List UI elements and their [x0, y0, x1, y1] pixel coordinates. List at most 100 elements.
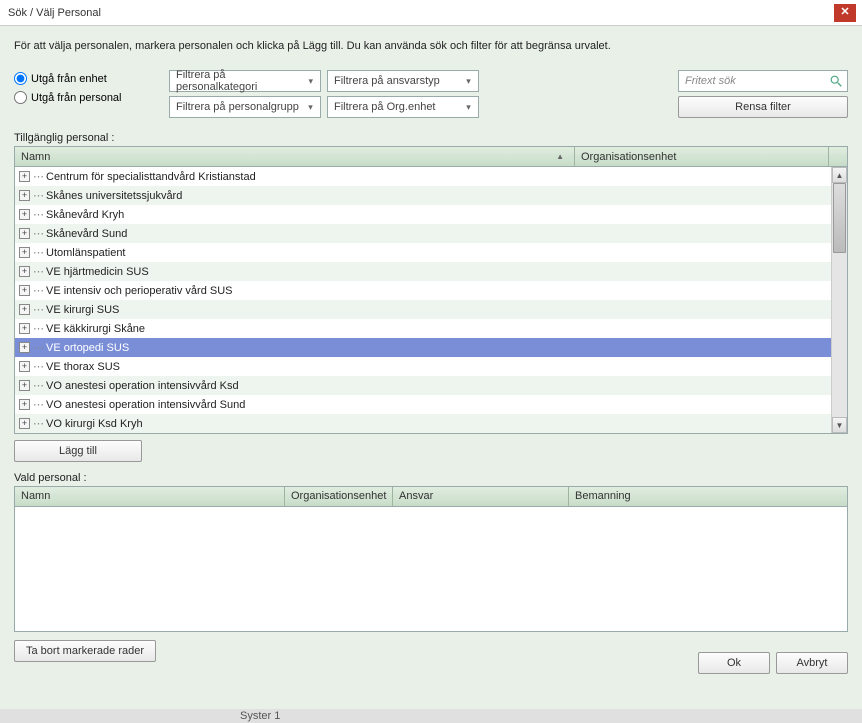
scroll-down-icon[interactable]: ▼ — [832, 417, 847, 433]
tree-header: Namn ▲ Organisationsenhet — [15, 147, 847, 167]
filter-orgenhet-dropdown[interactable]: Filtrera på Org.enhet ▾ — [327, 96, 479, 118]
tree-row-label: VO anestesi operation intensivvård Sund — [46, 399, 245, 411]
expand-icon[interactable]: + — [19, 285, 30, 296]
chevron-down-icon: ▾ — [304, 101, 317, 114]
tree-connector-icon: ⋯ — [33, 170, 42, 183]
remove-button-label: Ta bort markerade rader — [26, 645, 144, 657]
vertical-scrollbar[interactable]: ▲ ▼ — [831, 167, 847, 433]
radio-unit-label: Utgå från enhet — [31, 73, 107, 85]
tree-row[interactable]: +⋯Skånevård Sund — [15, 224, 831, 243]
expand-icon[interactable]: + — [19, 342, 30, 353]
expand-icon[interactable]: + — [19, 418, 30, 429]
selected-table: Namn Organisationsenhet Ansvar Bemanning — [14, 486, 848, 632]
tree-row[interactable]: +⋯VO kirurgi Ksd Kryh — [15, 414, 831, 433]
tree-row[interactable]: +⋯ Skånevård Kryh — [15, 205, 831, 224]
vcolumn-org[interactable]: Organisationsenhet — [285, 487, 393, 506]
tree-row[interactable]: +⋯ VO anestesi operation intensivvård Sun… — [15, 395, 831, 414]
tree-row-label: VO anestesi operation intensivvård Ksd — [46, 380, 239, 392]
tree-row-label: Skånes universitetssjukvård — [46, 190, 182, 202]
tree-connector-icon: ⋯ — [33, 360, 42, 373]
tree-row[interactable]: +⋯ Skånes universitetssjukvård — [15, 186, 831, 205]
expand-icon[interactable]: + — [19, 247, 30, 258]
clear-filter-button[interactable]: Rensa filter — [678, 96, 848, 118]
tree-row-label: VE hjärtmedicin SUS — [46, 266, 149, 278]
expand-icon[interactable]: + — [19, 209, 30, 220]
tree-row-label: VE thorax SUS — [46, 361, 120, 373]
column-spacer — [829, 147, 847, 166]
radio-unit-input[interactable] — [14, 72, 27, 85]
tree-row[interactable]: +⋯ VE käkkirurgi Skåne — [15, 319, 831, 338]
tree-row[interactable]: +⋯ VE kirurgi SUS — [15, 300, 831, 319]
chevron-down-icon: ▾ — [305, 75, 317, 88]
scroll-track[interactable] — [832, 183, 847, 417]
dropdown-label: Filtrera på personalgrupp — [176, 101, 299, 113]
sort-asc-icon: ▲ — [556, 152, 564, 161]
tree-row-label: Skånevård Kryh — [46, 209, 124, 221]
tree-connector-icon: ⋯ — [33, 341, 42, 354]
start-from-group: Utgå från enhet Utgå från personal — [14, 70, 159, 104]
available-personal-label: Tillgänglig personal : — [14, 132, 848, 144]
dropdown-label: Filtrera på Org.enhet — [334, 101, 436, 113]
tree-row[interactable]: +⋯VO anestesi operation intensivvård Ksd — [15, 376, 831, 395]
radio-personal-label: Utgå från personal — [31, 92, 122, 104]
status-bar: Syster 1 — [0, 709, 862, 723]
vcolumn-bemanning[interactable]: Bemanning — [569, 487, 847, 506]
scroll-thumb[interactable] — [833, 183, 846, 253]
column-namn[interactable]: Namn ▲ — [15, 147, 575, 166]
tree-row-label: VE käkkirurgi Skåne — [46, 323, 145, 335]
selected-personal-label: Vald personal : — [14, 472, 848, 484]
tree-connector-icon: ⋯ — [33, 284, 42, 297]
tree-row-label: VE intensiv och perioperativ vård SUS — [46, 285, 232, 297]
titlebar: Sök / Välj Personal ✕ — [0, 0, 862, 26]
tree-row-label: VE kirurgi SUS — [46, 304, 119, 316]
bottom-row: Ta bort markerade rader Ok Avbryt — [14, 640, 848, 674]
expand-icon[interactable]: + — [19, 228, 30, 239]
expand-icon[interactable]: + — [19, 171, 30, 182]
vcolumn-namn[interactable]: Namn — [15, 487, 285, 506]
ok-button[interactable]: Ok — [698, 652, 770, 674]
radio-personal-input[interactable] — [14, 91, 27, 104]
expand-icon[interactable]: + — [19, 361, 30, 372]
expand-icon[interactable]: + — [19, 323, 30, 334]
tree-connector-icon: ⋯ — [33, 398, 42, 411]
filter-personalgrupp-dropdown[interactable]: Filtrera på personalgrupp ▾ — [169, 96, 321, 118]
chevron-down-icon: ▾ — [462, 101, 475, 114]
filter-ansvarstyp-dropdown[interactable]: Filtrera på ansvarstyp ▾ — [327, 70, 479, 92]
chevron-down-icon: ▾ — [462, 75, 475, 88]
tree-row[interactable]: +⋯VE ortopedi SUS — [15, 338, 831, 357]
expand-icon[interactable]: + — [19, 380, 30, 391]
filter-personalkategori-dropdown[interactable]: Filtrera på personalkategori ▾ — [169, 70, 321, 92]
scroll-up-icon[interactable]: ▲ — [832, 167, 847, 183]
window-title: Sök / Välj Personal — [6, 7, 834, 19]
close-button[interactable]: ✕ — [834, 4, 856, 22]
freetext-search-input[interactable]: Fritext sök — [678, 70, 848, 92]
column-namn-label: Namn — [21, 151, 50, 163]
tree-row[interactable]: +⋯ VE intensiv och perioperativ vård SUS — [15, 281, 831, 300]
tree-connector-icon: ⋯ — [33, 189, 42, 202]
column-org[interactable]: Organisationsenhet — [575, 147, 829, 166]
tree-row[interactable]: +⋯ VE thorax SUS — [15, 357, 831, 376]
expand-icon[interactable]: + — [19, 266, 30, 277]
expand-icon[interactable]: + — [19, 190, 30, 201]
tree-connector-icon: ⋯ — [33, 208, 42, 221]
remove-selected-button[interactable]: Ta bort markerade rader — [14, 640, 156, 662]
tree-row[interactable]: +⋯ VE hjärtmedicin SUS — [15, 262, 831, 281]
cancel-button[interactable]: Avbryt — [776, 652, 848, 674]
instruction-text: För att välja personalen, markera person… — [14, 40, 848, 52]
tree-row-label: Skånevård Sund — [46, 228, 127, 240]
tree-row[interactable]: +⋯Utomlänspatient — [15, 243, 831, 262]
expand-icon[interactable]: + — [19, 399, 30, 410]
radio-from-unit[interactable]: Utgå från enhet — [14, 72, 159, 85]
add-button[interactable]: Lägg till — [14, 440, 142, 462]
cancel-label: Avbryt — [797, 657, 828, 669]
tree-row[interactable]: +⋯Centrum för specialisttandvård Kristia… — [15, 167, 831, 186]
tree-connector-icon: ⋯ — [33, 246, 42, 259]
right-filter-column: Fritext sök Rensa filter — [678, 70, 848, 118]
tree-connector-icon: ⋯ — [33, 322, 42, 335]
tree-connector-icon: ⋯ — [33, 265, 42, 278]
vcolumn-ansvar[interactable]: Ansvar — [393, 487, 569, 506]
expand-icon[interactable]: + — [19, 304, 30, 315]
status-text: Syster 1 — [240, 710, 280, 722]
tree-connector-icon: ⋯ — [33, 303, 42, 316]
radio-from-personal[interactable]: Utgå från personal — [14, 91, 159, 104]
